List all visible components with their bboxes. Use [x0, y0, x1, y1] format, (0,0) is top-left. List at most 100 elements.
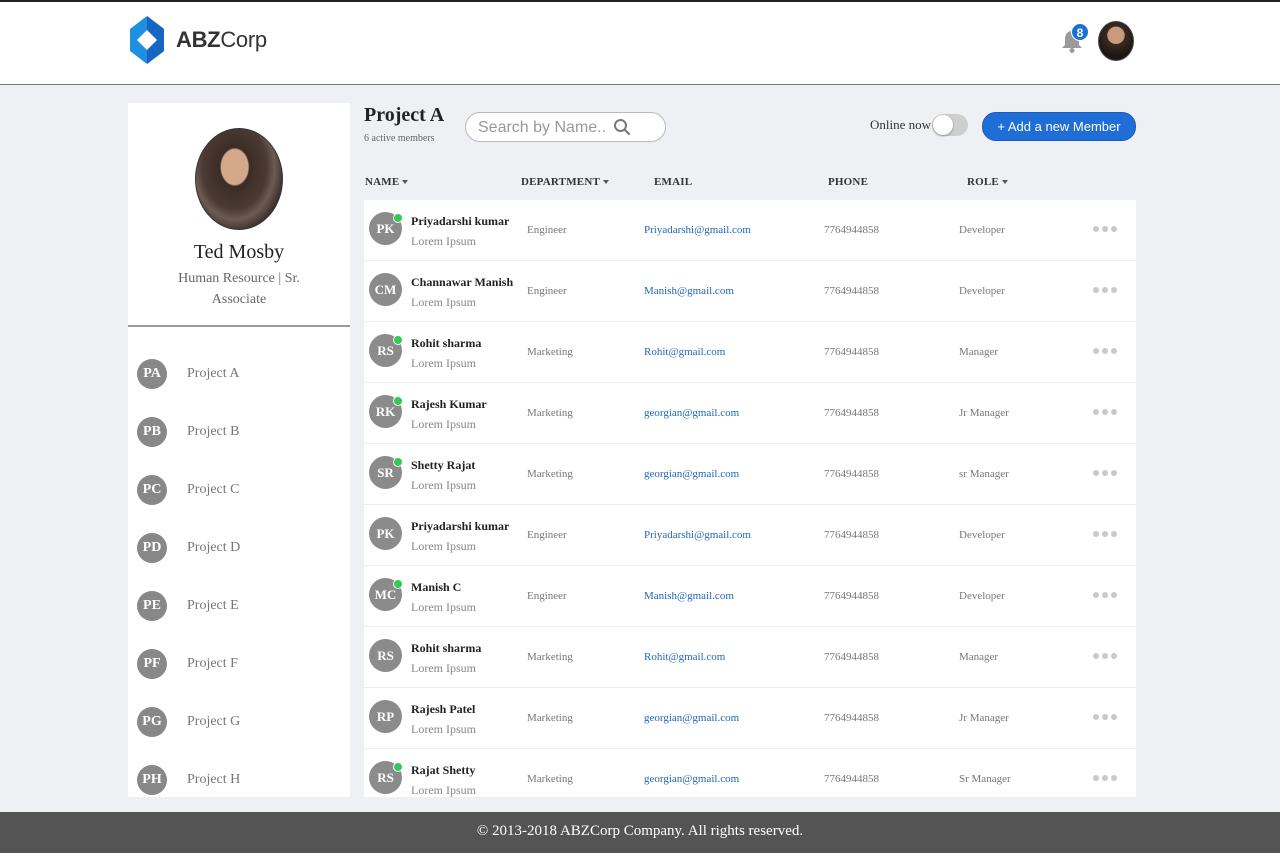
sidebar-item-project-d[interactable]: PD Project D [128, 519, 350, 577]
top-header: ABZCorp 8 [0, 0, 1280, 85]
member-subtitle: Lorem Ipsum [411, 478, 476, 492]
more-options-icon[interactable] [1093, 226, 1117, 234]
member-email[interactable]: georgian@gmail.com [644, 468, 739, 480]
profile-role: Human Resource | Sr. Associate [178, 271, 300, 307]
table-row[interactable]: SR Shetty Rajat Lorem Ipsum Marketing geo… [364, 444, 1136, 505]
column-email[interactable]: EMAIL [654, 176, 692, 188]
member-department: Marketing [527, 468, 573, 480]
table-row[interactable]: RS Rohit sharma Lorem Ipsum Marketing Roh… [364, 322, 1136, 383]
member-phone: 7764944858 [824, 407, 879, 419]
column-department[interactable]: DEPARTMENT [521, 176, 610, 188]
project-initials: PD [137, 533, 167, 563]
member-email[interactable]: Rohit@gmail.com [644, 346, 725, 358]
member-subtitle: Lorem Ipsum [411, 417, 476, 431]
member-phone: 7764944858 [824, 590, 879, 602]
active-members-count: 6 active members [364, 133, 435, 144]
project-toolbar: Project A 6 active members Online now + … [364, 104, 1136, 152]
project-label: Project F [187, 656, 238, 671]
page-title: Project A [364, 104, 445, 126]
table-row[interactable]: PK Priyadarshi kumar Lorem Ipsum Engineer… [364, 505, 1136, 566]
table-row[interactable]: PK Priyadarshi kumar Lorem Ipsum Engineer… [364, 200, 1136, 261]
divider [128, 325, 350, 327]
more-options-icon[interactable] [1093, 653, 1117, 661]
more-options-icon[interactable] [1093, 592, 1117, 600]
member-name: Priyadarshi kumar [411, 214, 510, 228]
member-email[interactable]: Manish@gmail.com [644, 285, 734, 297]
member-name: Rajat Shetty [411, 763, 476, 777]
member-role: Manager [959, 651, 999, 663]
table-row[interactable]: RS Rajat Shetty Lorem Ipsum Marketing geo… [364, 749, 1136, 797]
member-name: Manish C [411, 580, 462, 594]
member-department: Marketing [527, 407, 573, 419]
search-icon[interactable] [613, 118, 631, 136]
project-label: Project E [187, 598, 239, 613]
project-initials: PA [137, 359, 167, 389]
sidebar-item-project-b[interactable]: PB Project B [128, 403, 350, 461]
project-label: Project A [187, 366, 240, 381]
member-role: sr Manager [959, 468, 1009, 480]
table-row[interactable]: MC Manish C Lorem Ipsum Engineer Manish@g… [364, 566, 1136, 627]
member-subtitle: Lorem Ipsum [411, 539, 476, 553]
member-role: Developer [959, 224, 1005, 236]
project-initials: PG [137, 707, 167, 737]
member-role: Jr Manager [959, 407, 1009, 419]
member-email[interactable]: georgian@gmail.com [644, 407, 739, 419]
member-name: Rajesh Kumar [411, 397, 487, 411]
sort-caret-icon [402, 180, 409, 185]
profile-photo [195, 128, 283, 230]
search-box [465, 112, 666, 142]
member-name: Rajesh Patel [411, 702, 476, 716]
project-initials: PB [137, 417, 167, 447]
add-member-button[interactable]: + Add a new Member [982, 112, 1136, 141]
table-row[interactable]: RK Rajesh Kumar Lorem Ipsum Marketing geo… [364, 383, 1136, 444]
project-label: Project C [187, 482, 240, 497]
avatar: CM [369, 273, 402, 306]
online-status-dot [393, 213, 403, 223]
search-input[interactable] [478, 118, 618, 138]
project-label: Project G [187, 714, 241, 729]
member-email[interactable]: georgian@gmail.com [644, 712, 739, 724]
table-row[interactable]: RS Rohit sharma Lorem Ipsum Marketing Roh… [364, 627, 1136, 688]
more-options-icon[interactable] [1093, 470, 1117, 478]
member-email[interactable]: Rohit@gmail.com [644, 651, 725, 663]
member-subtitle: Lorem Ipsum [411, 722, 476, 736]
member-phone: 7764944858 [824, 285, 879, 297]
sidebar-item-project-c[interactable]: PC Project C [128, 461, 350, 519]
column-name[interactable]: NAME [365, 176, 409, 188]
sidebar-item-project-h[interactable]: PH Project H [128, 751, 350, 809]
more-options-icon[interactable] [1093, 287, 1117, 295]
member-email[interactable]: Priyadarshi@gmail.com [644, 529, 751, 541]
more-options-icon[interactable] [1093, 775, 1117, 783]
member-subtitle: Lorem Ipsum [411, 356, 476, 370]
more-options-icon[interactable] [1093, 531, 1117, 539]
member-role: Developer [959, 285, 1005, 297]
project-initials: PH [137, 765, 167, 795]
member-role: Jr Manager [959, 712, 1009, 724]
more-options-icon[interactable] [1093, 409, 1117, 417]
member-email[interactable]: Priyadarshi@gmail.com [644, 224, 751, 236]
sidebar-item-project-e[interactable]: PE Project E [128, 577, 350, 635]
avatar: RS [369, 639, 402, 672]
member-name: Rohit sharma [411, 336, 482, 350]
member-email[interactable]: georgian@gmail.com [644, 773, 739, 785]
column-role[interactable]: ROLE [967, 176, 1008, 188]
online-status-dot [393, 762, 403, 772]
online-now-toggle[interactable] [932, 114, 968, 136]
project-initials: PF [137, 649, 167, 679]
more-options-icon[interactable] [1093, 714, 1117, 722]
brand-logo[interactable]: ABZCorp [128, 14, 267, 66]
sidebar-item-project-f[interactable]: PF Project F [128, 635, 350, 693]
sidebar-item-project-g[interactable]: PG Project G [128, 693, 350, 751]
avatar: PK [369, 517, 402, 550]
column-phone[interactable]: PHONE [828, 176, 868, 188]
member-role: Manager [959, 346, 999, 358]
member-role: Developer [959, 529, 1005, 541]
sidebar-item-project-a[interactable]: PA Project A [128, 345, 350, 403]
user-avatar[interactable] [1098, 21, 1134, 61]
member-department: Marketing [527, 346, 573, 358]
online-now-label: Online now [870, 117, 932, 132]
table-row[interactable]: CM Channawar Manish Lorem Ipsum Engineer … [364, 261, 1136, 322]
table-row[interactable]: RP Rajesh Patel Lorem Ipsum Marketing geo… [364, 688, 1136, 749]
more-options-icon[interactable] [1093, 348, 1117, 356]
member-email[interactable]: Manish@gmail.com [644, 590, 734, 602]
